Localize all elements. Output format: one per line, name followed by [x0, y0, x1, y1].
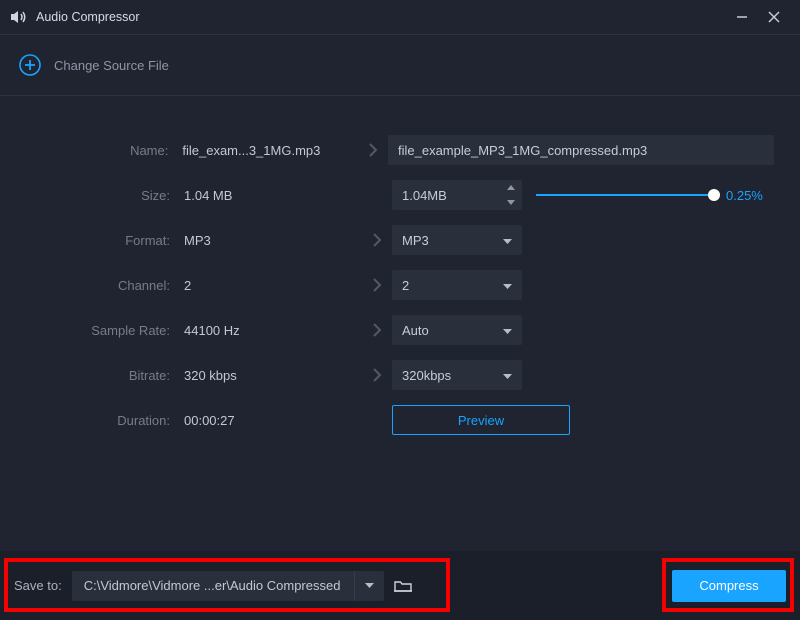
bitrate-select[interactable]: 320kbps — [392, 360, 522, 390]
size-percent: 0.25% — [726, 188, 774, 203]
row-duration: Duration: 00:00:27 Preview — [26, 404, 774, 436]
bitrate-value: 320kbps — [402, 368, 451, 383]
speaker-icon — [10, 10, 28, 24]
source-duration: 00:00:27 — [178, 413, 362, 428]
save-path-value: C:\Vidmore\Vidmore ...er\Audio Compresse… — [72, 578, 354, 593]
row-format: Format: MP3 MP3 — [26, 224, 774, 256]
label-bitrate: Bitrate: — [26, 368, 178, 383]
channel-value: 2 — [402, 278, 409, 293]
sample-rate-value: Auto — [402, 323, 429, 338]
change-source-row: Change Source File — [0, 35, 800, 95]
output-name-input[interactable] — [388, 135, 774, 165]
title-bar: Audio Compressor — [0, 0, 800, 34]
label-sample-rate: Sample Rate: — [26, 323, 178, 338]
caret-down-icon[interactable] — [354, 571, 384, 601]
settings-panel: Name: file_exam...3_1MG.mp3 Size: 1.04 M… — [0, 96, 800, 436]
format-select[interactable]: MP3 — [392, 225, 522, 255]
save-path-select[interactable]: C:\Vidmore\Vidmore ...er\Audio Compresse… — [72, 571, 384, 601]
footer-bar: Save to: C:\Vidmore\Vidmore ...er\Audio … — [0, 551, 800, 620]
arrow-icon — [362, 278, 392, 292]
label-size: Size: — [26, 188, 178, 203]
source-channel: 2 — [178, 278, 362, 293]
channel-select[interactable]: 2 — [392, 270, 522, 300]
row-sample-rate: Sample Rate: 44100 Hz Auto — [26, 314, 774, 346]
row-name: Name: file_exam...3_1MG.mp3 — [26, 134, 774, 166]
target-size-value: 1.04MB — [392, 188, 500, 203]
label-channel: Channel: — [26, 278, 178, 293]
target-size-spinner[interactable]: 1.04MB — [392, 180, 522, 210]
arrow-icon — [362, 233, 392, 247]
size-slider[interactable] — [536, 187, 714, 203]
format-value: MP3 — [402, 233, 429, 248]
sample-rate-select[interactable]: Auto — [392, 315, 522, 345]
label-format: Format: — [26, 233, 178, 248]
preview-button[interactable]: Preview — [392, 405, 570, 435]
open-folder-button[interactable] — [392, 575, 414, 597]
arrow-icon — [358, 143, 388, 157]
caret-down-icon — [503, 368, 512, 383]
caret-down-icon — [503, 323, 512, 338]
add-source-button[interactable] — [18, 53, 42, 77]
row-channel: Channel: 2 2 — [26, 269, 774, 301]
close-button[interactable] — [760, 3, 788, 31]
row-bitrate: Bitrate: 320 kbps 320kbps — [26, 359, 774, 391]
source-bitrate: 320 kbps — [178, 368, 362, 383]
save-to-label: Save to: — [14, 578, 62, 593]
caret-down-icon — [503, 233, 512, 248]
row-size: Size: 1.04 MB 1.04MB 0.25% — [26, 179, 774, 211]
arrow-icon — [362, 368, 392, 382]
source-format: MP3 — [178, 233, 362, 248]
caret-down-icon — [503, 278, 512, 293]
arrow-icon — [362, 323, 392, 337]
change-source-label[interactable]: Change Source File — [54, 58, 169, 73]
slider-thumb[interactable] — [708, 189, 720, 201]
app-title: Audio Compressor — [36, 10, 140, 24]
source-size: 1.04 MB — [178, 188, 362, 203]
label-duration: Duration: — [26, 413, 178, 428]
spinner-up-icon[interactable] — [500, 180, 522, 195]
source-sample-rate: 44100 Hz — [178, 323, 362, 338]
source-name: file_exam...3_1MG.mp3 — [176, 143, 358, 158]
compress-button[interactable]: Compress — [672, 570, 786, 602]
spinner-down-icon[interactable] — [500, 195, 522, 210]
minimize-button[interactable] — [728, 3, 756, 31]
label-name: Name: — [26, 143, 176, 158]
